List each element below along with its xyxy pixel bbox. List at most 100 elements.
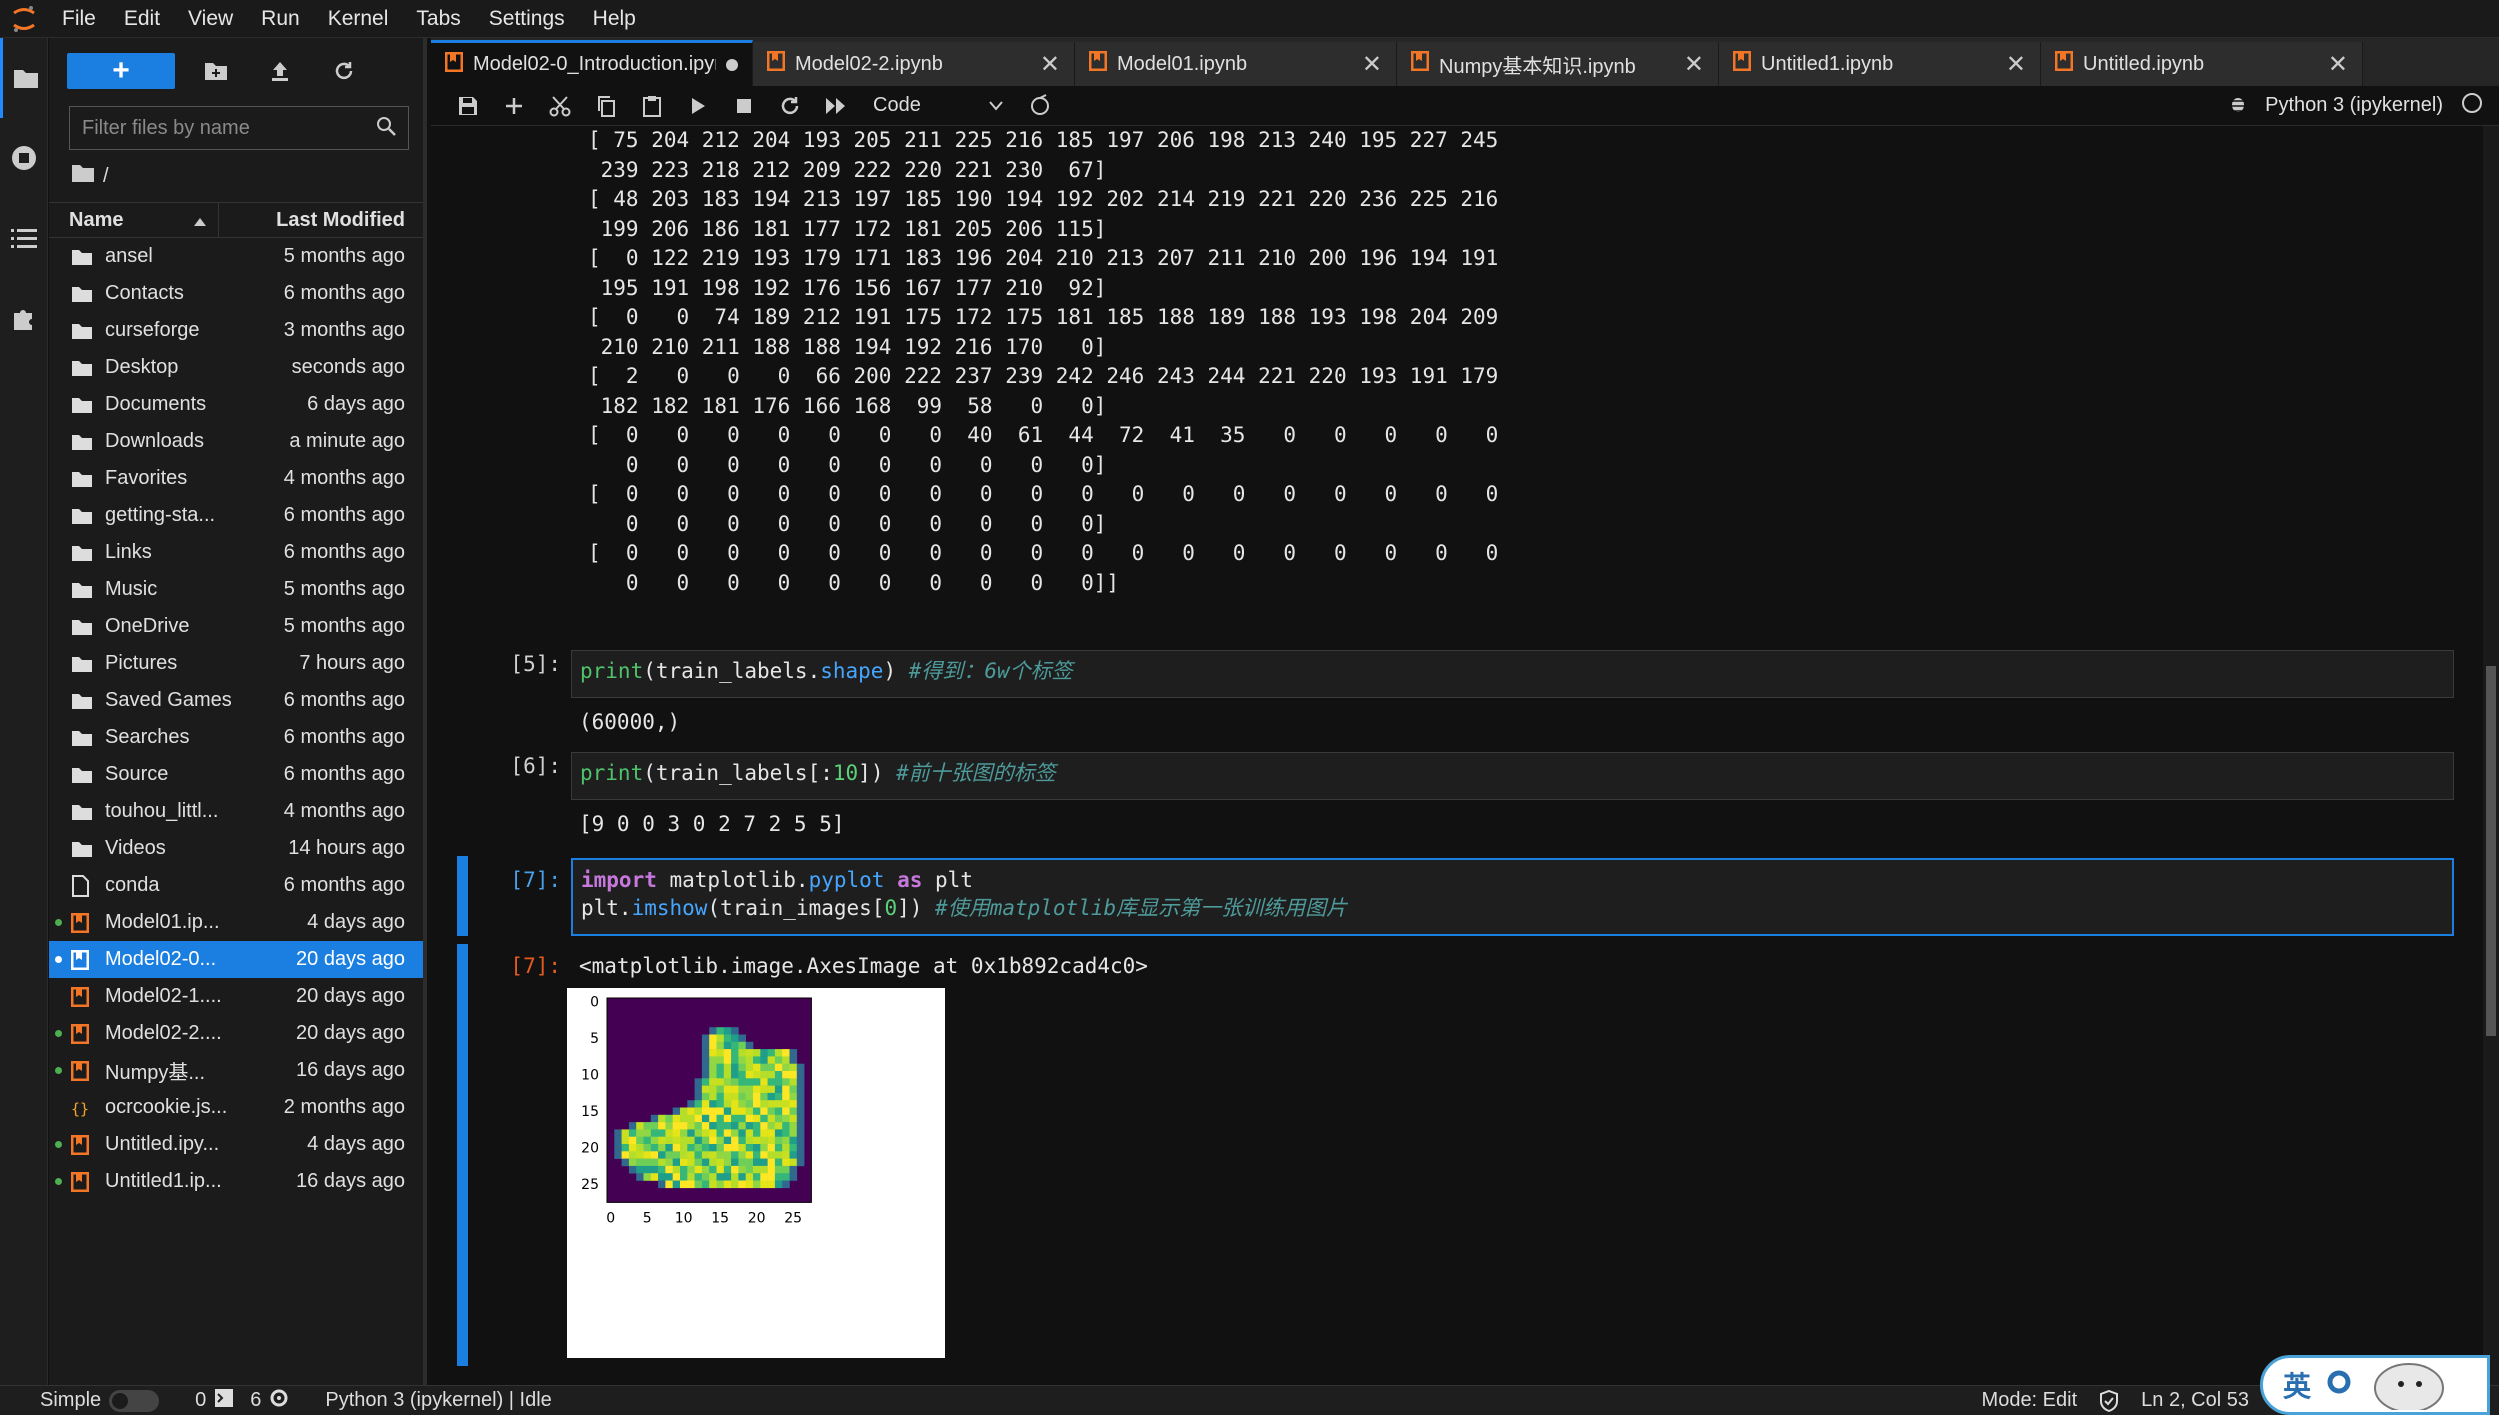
unsaved-dot-icon[interactable]	[726, 58, 738, 71]
file-list-item[interactable]: Untitled1.ip... 16 days ago	[49, 1163, 423, 1200]
table-of-contents-icon[interactable]	[0, 198, 48, 278]
new-launcher-button[interactable]: +	[67, 53, 175, 89]
close-icon[interactable]: ✕	[1362, 50, 1382, 79]
file-list-item[interactable]: getting-sta... 6 months ago	[49, 497, 423, 534]
menu-edit[interactable]: Edit	[110, 0, 174, 38]
last-modified-column-header[interactable]: Last Modified	[219, 209, 423, 232]
menu-help[interactable]: Help	[579, 0, 650, 38]
home-folder-icon[interactable]	[71, 163, 95, 189]
simple-mode-toggle[interactable]	[109, 1389, 160, 1412]
plot-pixel	[636, 1173, 644, 1181]
file-list-item[interactable]: Model02-1.... 20 days ago	[49, 978, 423, 1015]
restart-run-all-icon[interactable]	[813, 97, 859, 115]
kernel-status[interactable]: Python 3 (ipykernel) | Idle	[325, 1389, 551, 1412]
file-list-item[interactable]: Searches 6 months ago	[49, 719, 423, 756]
document-tab[interactable]: Untitled.ipynb ✕	[2041, 42, 2363, 86]
document-tab[interactable]: Model02-2.ipynb ✕	[753, 42, 1075, 86]
folder-icon[interactable]	[0, 38, 48, 118]
restart-kernel-icon[interactable]	[767, 95, 813, 117]
file-list-item[interactable]: Numpy基... 16 days ago	[49, 1052, 423, 1089]
document-tab[interactable]: Model02-0_Introduction.ipyr	[431, 40, 753, 86]
file-list-item[interactable]: Music 5 months ago	[49, 571, 423, 608]
file-modified: 5 months ago	[283, 615, 405, 637]
run-icon[interactable]	[675, 97, 721, 115]
file-list-item[interactable]: Pictures 7 hours ago	[49, 645, 423, 682]
close-icon[interactable]: ✕	[2006, 50, 2026, 79]
trusted-shield-icon[interactable]	[2099, 1389, 2119, 1412]
refresh-icon[interactable]	[321, 53, 367, 89]
notebook-cells[interactable]: [ 75 204 212 204 193 205 211 225 216 185…	[431, 126, 2471, 1385]
plot-pixel	[782, 1063, 790, 1072]
cell-type-select[interactable]: Code	[873, 94, 1003, 117]
menu-run[interactable]: Run	[247, 0, 314, 38]
terminals-count[interactable]: 0	[195, 1388, 234, 1414]
breadcrumb-root[interactable]: /	[103, 165, 109, 188]
file-list-item[interactable]: {} ocrcookie.js... 2 months ago	[49, 1089, 423, 1126]
plot-pixel	[760, 1107, 768, 1116]
paste-icon[interactable]	[629, 95, 675, 117]
menu-settings[interactable]: Settings	[475, 0, 579, 38]
insert-cell-icon[interactable]	[491, 96, 537, 116]
file-list-item[interactable]: Desktop seconds ago	[49, 349, 423, 386]
file-list-item[interactable]: Favorites 4 months ago	[49, 460, 423, 497]
file-list-item[interactable]: Saved Games 6 months ago	[49, 682, 423, 719]
menu-view[interactable]: View	[174, 0, 247, 38]
file-list-item[interactable]: Model01.ip... 4 days ago	[49, 904, 423, 941]
new-folder-icon[interactable]	[193, 53, 239, 89]
file-list-item[interactable]: Downloads a minute ago	[49, 423, 423, 460]
cursor-position[interactable]: Ln 2, Col 53	[2141, 1389, 2249, 1412]
cell-7-editor[interactable]: import matplotlib.pyplot as plt plt.imsh…	[571, 858, 2454, 936]
menu-kernel[interactable]: Kernel	[314, 0, 403, 38]
file-list-item[interactable]: Source 6 months ago	[49, 756, 423, 793]
filter-files-search-box[interactable]	[69, 106, 409, 150]
file-list-item[interactable]: Model02-0... 20 days ago	[49, 941, 423, 978]
document-tab[interactable]: Untitled1.ipynb ✕	[1719, 42, 2041, 86]
close-icon[interactable]: ✕	[1684, 50, 1704, 79]
file-list-item[interactable]: OneDrive 5 months ago	[49, 608, 423, 645]
scrollbar-thumb[interactable]	[2486, 666, 2496, 1036]
file-list-item[interactable]: Contacts 6 months ago	[49, 275, 423, 312]
save-icon[interactable]	[445, 96, 491, 116]
file-list-item[interactable]: Documents 6 days ago	[49, 386, 423, 423]
plot-pixel	[701, 1041, 710, 1050]
notebook-scrollbar[interactable]	[2483, 126, 2499, 1385]
kernels-count[interactable]: 6	[250, 1388, 289, 1414]
upload-icon[interactable]	[257, 53, 303, 89]
close-icon[interactable]: ✕	[2328, 50, 2348, 79]
stop-icon[interactable]	[721, 98, 767, 114]
file-list-item[interactable]: Untitled.ipy... 4 days ago	[49, 1126, 423, 1163]
filter-files-input[interactable]	[82, 116, 376, 140]
document-tab[interactable]: Model01.ipynb ✕	[1075, 42, 1397, 86]
kernel-name[interactable]: Python 3 (ipykernel)	[2229, 92, 2499, 120]
plot-pixel	[650, 1122, 659, 1130]
file-list-item[interactable]: ansel 5 months ago	[49, 238, 423, 275]
copy-icon[interactable]	[583, 95, 629, 117]
ime-language-widget[interactable]: 英	[2260, 1355, 2490, 1415]
extensions-puzzle-icon[interactable]	[0, 278, 48, 358]
cell-5-editor[interactable]: print(train_labels.shape) #得到：6w个标签	[571, 650, 2454, 698]
ime-mascot-icon	[2367, 1354, 2447, 1415]
file-list-item[interactable]: Videos 14 hours ago	[49, 830, 423, 867]
file-browser-toolbar: +	[49, 38, 423, 104]
cut-icon[interactable]	[537, 95, 583, 117]
kernel-gear-icon	[269, 1388, 289, 1414]
plot-pixel	[687, 1100, 695, 1108]
file-list-item[interactable]: conda 6 months ago	[49, 867, 423, 904]
simple-mode-switch[interactable]: Simple	[40, 1389, 160, 1412]
file-list-item[interactable]: touhou_littl... 4 months ago	[49, 793, 423, 830]
cell-6-editor[interactable]: print(train_labels[:10]) #前十张图的标签	[571, 752, 2454, 800]
git-icon[interactable]	[1017, 93, 1063, 118]
plot-pixel	[767, 1063, 776, 1072]
file-list-item[interactable]: curseforge 3 months ago	[49, 312, 423, 349]
running-sessions-icon[interactable]	[0, 118, 48, 198]
cell-7-output-collapser[interactable]	[457, 944, 468, 1366]
close-icon[interactable]: ✕	[1040, 50, 1060, 79]
name-column-header[interactable]: Name	[49, 202, 219, 238]
file-list-item[interactable]: Model02-2.... 20 days ago	[49, 1015, 423, 1052]
debugger-bug-icon[interactable]	[2229, 93, 2247, 119]
array-output-line: [ 0 0 0 0 0 0 0 0 0 0 0 0 0 0 0 0 0 0	[588, 541, 1499, 565]
menu-tabs[interactable]: Tabs	[402, 0, 474, 38]
menu-file[interactable]: File	[48, 0, 110, 38]
file-list-item[interactable]: Links 6 months ago	[49, 534, 423, 571]
document-tab[interactable]: Numpy基本知识.ipynb ✕	[1397, 42, 1719, 86]
